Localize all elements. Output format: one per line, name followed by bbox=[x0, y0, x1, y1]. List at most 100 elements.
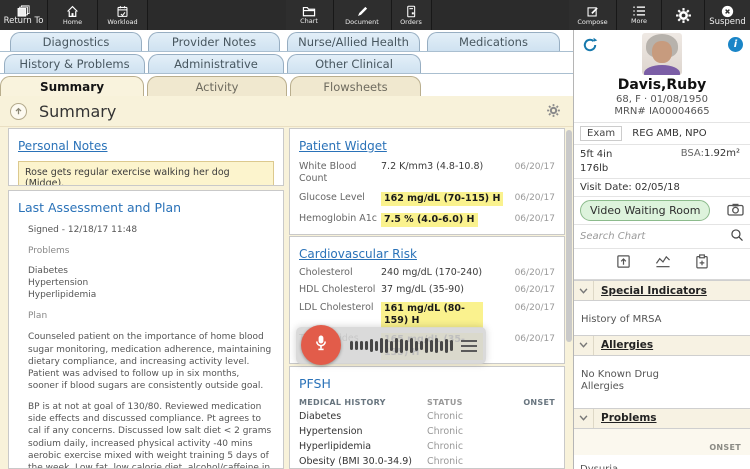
table-row[interactable]: Diabetes Chronic bbox=[299, 411, 555, 422]
camera-icon[interactable] bbox=[727, 203, 744, 219]
clipboard-add-icon[interactable] bbox=[695, 254, 709, 273]
table-row[interactable]: Obesity (BMI 30.0-34.9) Chronic bbox=[299, 456, 555, 467]
lab-date: 06/20/17 bbox=[514, 214, 555, 225]
bsa: BSA:1.92m² bbox=[681, 148, 744, 175]
vitals-row: 5ft 4in 176lb BSA:1.92m² bbox=[574, 145, 750, 179]
tab-summary[interactable]: Summary bbox=[0, 76, 144, 96]
patient-widget-link[interactable]: Patient Widget bbox=[299, 139, 387, 153]
tab-activity[interactable]: Activity bbox=[147, 76, 287, 96]
tab-flowsheets[interactable]: Flowsheets bbox=[290, 76, 421, 96]
problems-header[interactable]: Problems bbox=[574, 407, 750, 429]
waveform bbox=[350, 338, 453, 353]
document-button[interactable]: Document bbox=[333, 0, 392, 30]
personal-notes-card: Personal Notes Rose gets regular exercis… bbox=[8, 128, 284, 186]
lab-value: 1.2 mg/dL (0.7-1.2) bbox=[381, 234, 473, 235]
personal-notes-link[interactable]: Personal Notes bbox=[18, 139, 107, 153]
lab-name: LDL Cholesterol bbox=[299, 301, 374, 313]
patient-name: Davis,Ruby bbox=[617, 77, 707, 93]
list-item[interactable]: Dysuria bbox=[580, 461, 750, 469]
search-input[interactable] bbox=[580, 231, 730, 242]
lab-name: HDL Cholesterol bbox=[299, 284, 376, 296]
send-to-top-icon[interactable] bbox=[616, 254, 631, 273]
summary-settings-gear-icon[interactable] bbox=[546, 103, 561, 122]
lab-row[interactable]: LDL Cholesterol 161 mg/dL (80-159) H 06/… bbox=[299, 301, 555, 329]
lab-row[interactable]: Glucose Level 162 mg/dL (70-115) H 06/20… bbox=[299, 191, 555, 207]
tab-nurse-allied-health[interactable]: Nurse/Allied Health bbox=[287, 32, 420, 51]
allergies-header[interactable]: Allergies bbox=[574, 334, 750, 356]
patient-panel: i Davis,Ruby 68, F · 01/08/1950 MRN# IA0… bbox=[573, 30, 750, 469]
problems-list: Dysuria Diabetes Hypertension Hyperlipid… bbox=[574, 455, 750, 469]
patient-demographics: 68, F · 01/08/1950 bbox=[615, 94, 708, 105]
dictation-menu-icon[interactable] bbox=[461, 337, 477, 355]
refresh-icon[interactable] bbox=[582, 37, 598, 57]
tab-diagnostics[interactable]: Diagnostics bbox=[10, 32, 142, 51]
tab-provider-notes[interactable]: Provider Notes bbox=[148, 32, 280, 51]
summary-section-header: Summary bbox=[0, 96, 573, 127]
suspend-button[interactable]: Suspend bbox=[705, 0, 750, 30]
lab-row[interactable]: Creatinine 1.2 mg/dL (0.7-1.2) 06/20/17 bbox=[299, 234, 555, 235]
trend-chart-icon[interactable] bbox=[655, 254, 671, 273]
lab-name: White Blood Count bbox=[299, 161, 357, 184]
table-row[interactable]: Hypertension Chronic bbox=[299, 426, 555, 437]
lab-row[interactable]: White Blood Count 7.2 K/mm3 (4.8-10.8) 0… bbox=[299, 161, 555, 185]
tab-other-clinical[interactable]: Other Clinical bbox=[287, 54, 421, 73]
lab-value: 37 mg/dL (35-90) bbox=[381, 284, 464, 296]
home-button[interactable]: Home bbox=[48, 0, 98, 30]
more-label: More bbox=[630, 17, 648, 25]
collapse-up-icon[interactable] bbox=[10, 102, 27, 120]
cardiovascular-risk-link[interactable]: Cardiovascular Risk bbox=[299, 247, 417, 261]
special-indicators-header[interactable]: Special Indicators bbox=[574, 280, 750, 301]
info-icon[interactable]: i bbox=[728, 37, 743, 52]
exam-label: Exam bbox=[580, 126, 623, 141]
lab-row[interactable]: Hemoglobin A1c 7.5 % (4.0-6.0) H 06/20/1… bbox=[299, 213, 555, 228]
table-row[interactable]: Hyperlipidemia Chronic bbox=[299, 441, 555, 452]
workload-button[interactable]: Workload bbox=[98, 0, 148, 30]
panel-action-icons bbox=[574, 249, 750, 280]
height-weight: 5ft 4in 176lb bbox=[580, 148, 612, 175]
tab-administrative[interactable]: Administrative bbox=[148, 54, 284, 73]
col-medical-history: MEDICAL HISTORY bbox=[299, 398, 386, 407]
chevron-down-icon bbox=[574, 281, 594, 300]
lab-date: 06/20/17 bbox=[514, 334, 555, 345]
chart-tab-strip: Diagnostics Provider Notes Nurse/Allied … bbox=[0, 30, 573, 96]
orders-button[interactable]: Orders bbox=[391, 0, 432, 30]
pfsh-link[interactable]: PFSH bbox=[299, 376, 331, 391]
patient-photo[interactable] bbox=[642, 33, 682, 75]
lab-date: 06/20/17 bbox=[514, 268, 555, 278]
compose-button[interactable]: Compose bbox=[569, 0, 617, 30]
microphone-button[interactable] bbox=[301, 324, 341, 365]
dictation-overlay bbox=[296, 324, 486, 365]
tab-row-2: History & Problems Administrative Other … bbox=[0, 52, 573, 74]
allergies-content: No Known Drug Allergies bbox=[574, 355, 684, 408]
exam-row: Exam REG AMB, NPO bbox=[574, 122, 750, 145]
personal-note-text: Rose gets regular exercise walking her d… bbox=[18, 161, 274, 185]
lab-name: Cholesterol bbox=[299, 267, 353, 278]
tab-row-3: Summary Activity Flowsheets bbox=[0, 74, 573, 96]
video-waiting-room-button[interactable]: Video Waiting Room bbox=[580, 200, 711, 221]
pfsh-column-headers: MEDICAL HISTORY STATUS ONSET bbox=[299, 398, 555, 407]
lab-date: 06/20/17 bbox=[514, 285, 555, 296]
chart-button[interactable]: Chart bbox=[285, 0, 334, 30]
search-row bbox=[574, 225, 750, 249]
last-assessment-link[interactable]: Last Assessment and Plan bbox=[18, 200, 181, 215]
tab-medications[interactable]: Medications bbox=[427, 32, 560, 51]
col-status: STATUS bbox=[427, 398, 463, 407]
assessment-body: Signed - 12/18/17 11:48 Problems Diabete… bbox=[18, 216, 274, 468]
tab-history-problems[interactable]: History & Problems bbox=[4, 54, 145, 73]
return-to-button[interactable]: Return To bbox=[0, 0, 48, 30]
lab-date: 06/20/17 bbox=[514, 302, 555, 313]
suspend-icon bbox=[721, 5, 734, 18]
settings-button[interactable] bbox=[662, 0, 705, 30]
assessment-problem: Hyperlipidemia bbox=[28, 289, 97, 300]
plan-paragraph: Counseled patient on the importance of h… bbox=[28, 332, 272, 392]
lab-row[interactable]: Cholesterol 240 mg/dL (170-240) 06/20/17 bbox=[299, 267, 555, 279]
problems-label: Problems bbox=[28, 246, 70, 257]
main-scrollbar-thumb[interactable] bbox=[566, 130, 572, 342]
chevron-down-icon bbox=[574, 408, 594, 428]
lab-row[interactable]: HDL Cholesterol 37 mg/dL (35-90) 06/20/1… bbox=[299, 284, 555, 296]
allergies-title: Allergies bbox=[601, 339, 654, 351]
orders-tablet-icon bbox=[405, 5, 417, 18]
lab-value: 7.2 K/mm3 (4.8-10.8) bbox=[381, 161, 484, 172]
more-button[interactable]: More bbox=[617, 0, 662, 30]
search-icon[interactable] bbox=[730, 228, 744, 245]
